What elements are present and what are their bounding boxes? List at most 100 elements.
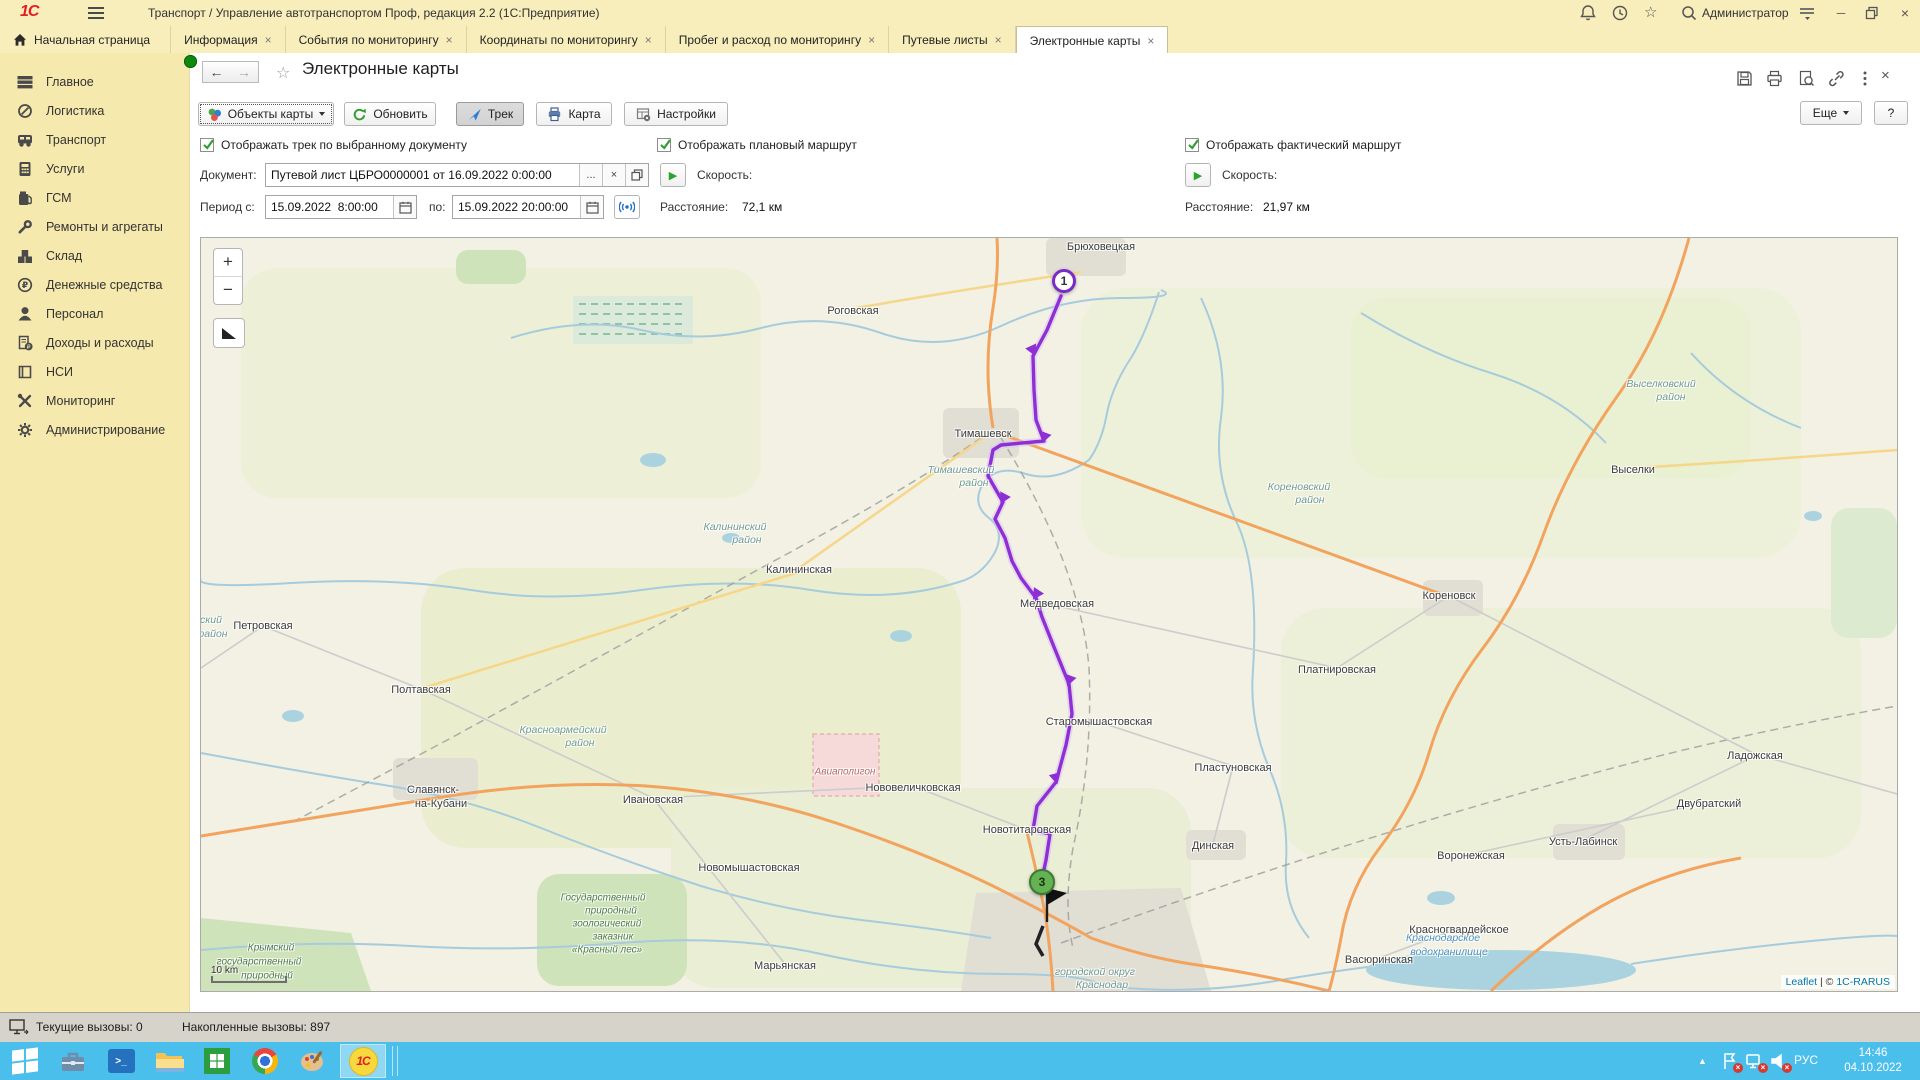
save-icon[interactable] — [1736, 70, 1753, 87]
language-indicator[interactable]: РУС — [1794, 1053, 1818, 1067]
taskbar-clock[interactable]: 14:46 04.10.2022 — [1832, 1046, 1914, 1076]
forward-button[interactable]: → — [230, 61, 259, 83]
period-from-input[interactable] — [266, 196, 393, 218]
tab-close-icon[interactable]: × — [868, 34, 875, 46]
fact-distance-label: Расстояние: — [1185, 200, 1253, 214]
back-button[interactable]: ← — [202, 61, 231, 83]
settings-button[interactable]: Настройки — [624, 102, 728, 126]
print-icon[interactable] — [1766, 70, 1783, 87]
zoom-in-button[interactable]: + — [214, 249, 242, 277]
tab-close-icon[interactable]: × — [1147, 35, 1154, 47]
preview-icon[interactable] — [1798, 70, 1815, 87]
flag-error-icon[interactable]: × — [1720, 1051, 1740, 1071]
leaflet-link[interactable]: Leaflet — [1786, 976, 1818, 988]
more-button[interactable]: Еще — [1800, 101, 1862, 125]
document-select-button[interactable]: ... — [579, 164, 602, 186]
document-input[interactable] — [266, 164, 579, 186]
sidebar-item[interactable]: Склад — [0, 241, 189, 270]
calendar-icon[interactable] — [393, 196, 416, 218]
checkbox-checked-icon[interactable] — [1185, 138, 1199, 152]
tab-label: Координаты по мониторингу — [480, 33, 638, 47]
sidebar-item[interactable]: ГСМ — [0, 183, 189, 212]
tab[interactable]: Путевые листы × — [889, 26, 1016, 53]
map-marker[interactable]: 3 — [1029, 869, 1055, 895]
tab-close-icon[interactable]: × — [265, 34, 272, 46]
tab-close-icon[interactable]: × — [446, 34, 453, 46]
1c-app-icon[interactable]: 1С — [340, 1044, 386, 1078]
plan-distance-label: Расстояние: — [660, 200, 728, 214]
store-icon[interactable] — [196, 1046, 238, 1076]
sidebar-item[interactable]: Логистика — [0, 96, 189, 125]
start-button[interactable] — [4, 1046, 46, 1076]
calendar-icon[interactable] — [580, 196, 603, 218]
close-window-icon[interactable]: × — [1894, 5, 1916, 21]
sidebar-item-icon — [17, 219, 33, 235]
tab[interactable]: Электронные карты × — [1016, 26, 1169, 54]
file-explorer-icon[interactable] — [148, 1046, 190, 1076]
sidebar-item[interactable]: Персонал — [0, 299, 189, 328]
sidebar-item[interactable]: Транспорт — [0, 125, 189, 154]
paint-icon[interactable] — [292, 1046, 334, 1076]
tab-bar: Начальная страница Информация × События … — [0, 26, 1920, 54]
history-icon[interactable] — [1611, 4, 1629, 22]
show-track-checkbox[interactable]: Отображать трек по выбранному документу — [200, 137, 467, 153]
plan-play-button[interactable]: ▶ — [660, 163, 686, 187]
favorite-star-icon[interactable]: ☆ — [276, 63, 290, 83]
sidebar-item[interactable]: Мониторинг — [0, 386, 189, 415]
signal-icon[interactable] — [614, 195, 640, 219]
more-label: Еще — [1813, 106, 1837, 120]
search-icon[interactable] — [1680, 4, 1698, 22]
favorites-star-icon[interactable]: ☆ — [1644, 3, 1662, 21]
tab[interactable]: Пробег и расход по мониторингу × — [666, 26, 889, 53]
sidebar-item[interactable]: Доходы и расходы — [0, 328, 189, 357]
show-fact-route-checkbox[interactable]: Отображать фактический маршрут — [1185, 137, 1401, 153]
powershell-icon[interactable]: >_ — [100, 1046, 142, 1076]
tab[interactable]: Информация × — [171, 26, 286, 53]
chrome-icon[interactable] — [244, 1046, 286, 1076]
tab[interactable]: Координаты по мониторингу × — [467, 26, 666, 53]
sidebar-item[interactable]: Главное — [0, 67, 189, 96]
restore-icon[interactable] — [1865, 6, 1879, 20]
close-form-icon[interactable]: × — [1881, 67, 1898, 84]
map-marker[interactable]: 1 — [1052, 269, 1076, 293]
main-menu-icon[interactable] — [88, 7, 104, 19]
vendor-link[interactable]: 1C-RARUS — [1836, 976, 1890, 988]
zoom-out-button[interactable]: − — [214, 277, 242, 304]
map-objects-button[interactable]: Объекты карты — [198, 102, 334, 126]
document-open-icon[interactable] — [625, 164, 648, 186]
sidebar-item[interactable]: Денежные средства — [0, 270, 189, 299]
measure-tool-button[interactable] — [213, 318, 245, 348]
map-print-button[interactable]: Карта — [536, 102, 612, 126]
current-user[interactable]: Администратор — [1702, 6, 1789, 20]
tab-close-icon[interactable]: × — [645, 34, 652, 46]
document-clear-button[interactable]: × — [602, 164, 625, 186]
help-button[interactable]: ? — [1874, 101, 1908, 125]
menu-icon[interactable] — [1798, 4, 1816, 22]
tab[interactable]: События по мониторингу × — [286, 26, 467, 53]
toolbox-icon[interactable] — [52, 1046, 94, 1076]
checkbox-checked-icon[interactable] — [200, 138, 214, 152]
track-button[interactable]: Трек — [456, 102, 524, 126]
tab-close-icon[interactable]: × — [995, 34, 1002, 46]
sidebar-item[interactable]: НСИ — [0, 357, 189, 386]
sidebar-item[interactable]: Ремонты и агрегаты — [0, 212, 189, 241]
show-plan-route-checkbox[interactable]: Отображать плановый маршрут — [657, 137, 857, 153]
more-dots-icon[interactable] — [1862, 70, 1868, 87]
sidebar-item[interactable]: Администрирование — [0, 415, 189, 444]
leaflet-map[interactable]: БрюховецкаяРоговскаяТимашевскВыселкиКоре… — [200, 237, 1898, 992]
period-to-input[interactable] — [453, 196, 580, 218]
tab[interactable]: Начальная страница — [0, 26, 171, 53]
bell-icon[interactable] — [1579, 4, 1597, 22]
checkbox-checked-icon[interactable] — [657, 138, 671, 152]
fact-play-button[interactable]: ▶ — [1185, 163, 1211, 187]
settings-label: Настройки — [657, 107, 716, 121]
slider-handle[interactable] — [184, 55, 197, 68]
sidebar-item[interactable]: Услуги — [0, 154, 189, 183]
sound-error-icon[interactable]: × — [1769, 1051, 1789, 1071]
tray-expand-icon[interactable]: ▲ — [1698, 1042, 1707, 1080]
network-error-icon[interactable]: × — [1745, 1051, 1765, 1071]
minimize-icon[interactable]: ─ — [1830, 5, 1852, 21]
app-title-bar: 1С Транспорт / Управление автотранспорто… — [0, 0, 1920, 26]
link-icon[interactable] — [1828, 70, 1845, 87]
refresh-button[interactable]: Обновить — [344, 102, 436, 126]
